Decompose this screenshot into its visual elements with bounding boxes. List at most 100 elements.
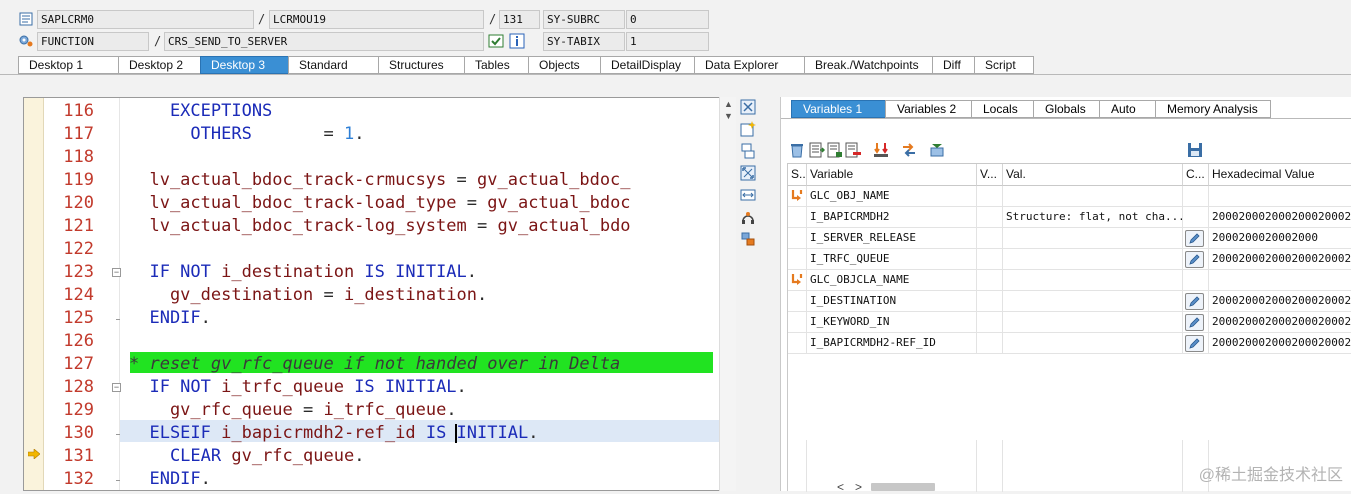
layout-icon[interactable] — [929, 142, 945, 158]
variable-name-cell[interactable]: I_DESTINATION — [807, 291, 977, 312]
tab-detaildisplay[interactable]: DetailDisplay — [600, 56, 694, 74]
code-line[interactable]: OTHERS = 1. — [129, 123, 364, 146]
horizontal-scroll-thumb[interactable] — [871, 483, 935, 491]
code-line[interactable]: lv_actual_bdoc_track-log_system = gv_act… — [129, 215, 631, 238]
program-field[interactable]: SAPLCRM0 — [37, 10, 254, 29]
swap-tool-icon[interactable] — [740, 143, 756, 159]
value-cell[interactable] — [1003, 312, 1183, 333]
table-row[interactable]: I_BAPICRMDH2-REF_ID200020002000200020002… — [788, 333, 1351, 354]
breakpoint-gutter[interactable] — [24, 98, 44, 491]
tab-tables[interactable]: Tables — [464, 56, 528, 74]
variable-name-cell[interactable]: I_KEYWORD_IN — [807, 312, 977, 333]
value-cell[interactable]: Structure: flat, not cha... — [1003, 207, 1183, 228]
column-header[interactable]: Hexadecimal Value — [1209, 164, 1351, 186]
scroll-right-arrow[interactable]: > — [855, 480, 862, 494]
editor-scrollbar[interactable]: ▲ ▼ — [719, 97, 736, 491]
column-header[interactable]: Val. — [1003, 164, 1183, 186]
insert-row-icon[interactable] — [809, 142, 825, 158]
sysvar-value-field[interactable]: 0 — [626, 10, 709, 29]
services-icon[interactable] — [740, 209, 756, 225]
fold-toggle-icon[interactable]: − — [112, 383, 121, 392]
table-row[interactable]: GLC_OBJ_NAME — [788, 186, 1351, 207]
code-line[interactable]: ENDIF. — [129, 307, 211, 330]
value-cell[interactable] — [1003, 333, 1183, 354]
table-row[interactable]: I_KEYWORD_IN2000200020002000200020002000 — [788, 312, 1351, 333]
value-cell[interactable] — [1003, 186, 1183, 207]
tab-data-explorer[interactable]: Data Explorer — [694, 56, 804, 74]
tab-desktop-1[interactable]: Desktop 1 — [18, 56, 118, 74]
tab-memory-analysis[interactable]: Memory Analysis — [1155, 100, 1271, 118]
edit-pencil-icon[interactable] — [1185, 251, 1204, 268]
tab-variables-2[interactable]: Variables 2 — [885, 100, 971, 118]
variable-name-cell[interactable]: GLC_OBJCLA_NAME — [807, 270, 977, 291]
tab-diff[interactable]: Diff — [932, 56, 974, 74]
settings-tool-icon[interactable] — [740, 231, 756, 247]
code-line[interactable]: EXCEPTIONS — [129, 100, 272, 123]
close-pane-icon[interactable] — [740, 99, 756, 115]
tab-auto[interactable]: Auto — [1099, 100, 1155, 118]
tab-script[interactable]: Script — [974, 56, 1034, 74]
tab-standard[interactable]: Standard — [288, 56, 378, 74]
column-header[interactable]: Variable — [807, 164, 977, 186]
sysvar-value-field[interactable]: 1 — [626, 32, 709, 51]
line-number-field[interactable]: 131 — [499, 10, 540, 29]
tab-locals[interactable]: Locals — [971, 100, 1033, 118]
tab-desktop-2[interactable]: Desktop 2 — [118, 56, 200, 74]
include-field[interactable]: LCRMOU19 — [269, 10, 484, 29]
scroll-left-arrow[interactable]: < — [837, 480, 844, 494]
tab-desktop-3[interactable]: Desktop 3 — [200, 56, 288, 74]
append-row-icon[interactable] — [827, 142, 843, 158]
display-object-icon[interactable] — [488, 33, 504, 49]
table-row[interactable]: I_DESTINATION200020002000200020002000200… — [788, 291, 1351, 312]
table-row[interactable]: I_SERVER_RELEASE2000200020002000 — [788, 228, 1351, 249]
variable-name-cell[interactable]: I_TRFC_QUEUE — [807, 249, 977, 270]
sort-icon[interactable] — [873, 142, 889, 158]
value-cell[interactable] — [1003, 228, 1183, 249]
maximize-icon[interactable] — [740, 165, 756, 181]
value-cell[interactable] — [1003, 270, 1183, 291]
source-editor[interactable]: 116 EXCEPTIONS117 OTHERS = 1.118119 lv_a… — [23, 97, 736, 491]
event-name-field[interactable]: CRS_SEND_TO_SERVER — [164, 32, 484, 51]
scroll-up-arrow-icon[interactable]: ▲ — [724, 99, 733, 109]
variable-name-cell[interactable]: I_SERVER_RELEASE — [807, 228, 977, 249]
column-header[interactable]: C... — [1183, 164, 1209, 186]
code-line[interactable]: ELSEIF i_bapicrmdh2-ref_id IS INITIAL. — [129, 422, 538, 445]
code-line[interactable]: ENDIF. — [129, 468, 211, 491]
code-line[interactable]: gv_destination = i_destination. — [129, 284, 487, 307]
fold-toggle-icon[interactable]: − — [112, 268, 121, 277]
variable-name-cell[interactable]: I_BAPICRMDH2 — [807, 207, 977, 228]
scroll-down-arrow-icon[interactable]: ▼ — [724, 111, 733, 121]
tab-globals[interactable]: Globals — [1033, 100, 1099, 118]
code-line[interactable]: gv_rfc_queue = i_trfc_queue. — [129, 399, 457, 422]
code-line[interactable]: CLEAR gv_rfc_queue. — [129, 445, 364, 468]
delete-icon[interactable] — [789, 142, 805, 158]
code-line[interactable]: * reset gv_rfc_queue if not handed over … — [129, 353, 620, 376]
full-screen-icon[interactable] — [740, 187, 756, 203]
table-row[interactable]: GLC_OBJCLA_NAME — [788, 270, 1351, 291]
value-cell[interactable] — [1003, 291, 1183, 312]
value-cell[interactable] — [1003, 249, 1183, 270]
tab-structures[interactable]: Structures — [378, 56, 464, 74]
variable-name-cell[interactable]: I_BAPICRMDH2-REF_ID — [807, 333, 977, 354]
edit-pencil-icon[interactable] — [1185, 335, 1204, 352]
code-line[interactable]: IF NOT i_trfc_queue IS INITIAL. — [129, 376, 467, 399]
delete-row-icon[interactable] — [845, 142, 861, 158]
edit-pencil-icon[interactable] — [1185, 293, 1204, 310]
edit-pencil-icon[interactable] — [1185, 314, 1204, 331]
tab-variables-1[interactable]: Variables 1 — [791, 100, 885, 118]
tab-break-watchpoints[interactable]: Break./Watchpoints — [804, 56, 932, 74]
table-row[interactable]: I_TRFC_QUEUE2000200020002000200020002000 — [788, 249, 1351, 270]
code-line[interactable]: lv_actual_bdoc_track-crmucsys = gv_actua… — [129, 169, 631, 192]
save-icon[interactable] — [1187, 142, 1203, 158]
table-row[interactable]: I_BAPICRMDH2Structure: flat, not cha...2… — [788, 207, 1351, 228]
code-line[interactable]: lv_actual_bdoc_track-load_type = gv_actu… — [129, 192, 631, 215]
column-header[interactable]: S... — [788, 164, 807, 186]
info-icon[interactable] — [509, 33, 525, 49]
code-line[interactable]: IF NOT i_destination IS INITIAL. — [129, 261, 477, 284]
variable-name-cell[interactable]: GLC_OBJ_NAME — [807, 186, 977, 207]
column-header[interactable]: V... — [977, 164, 1003, 186]
new-tool-icon[interactable] — [740, 121, 756, 137]
edit-pencil-icon[interactable] — [1185, 230, 1204, 247]
transfer-icon[interactable] — [901, 142, 917, 158]
tab-objects[interactable]: Objects — [528, 56, 600, 74]
